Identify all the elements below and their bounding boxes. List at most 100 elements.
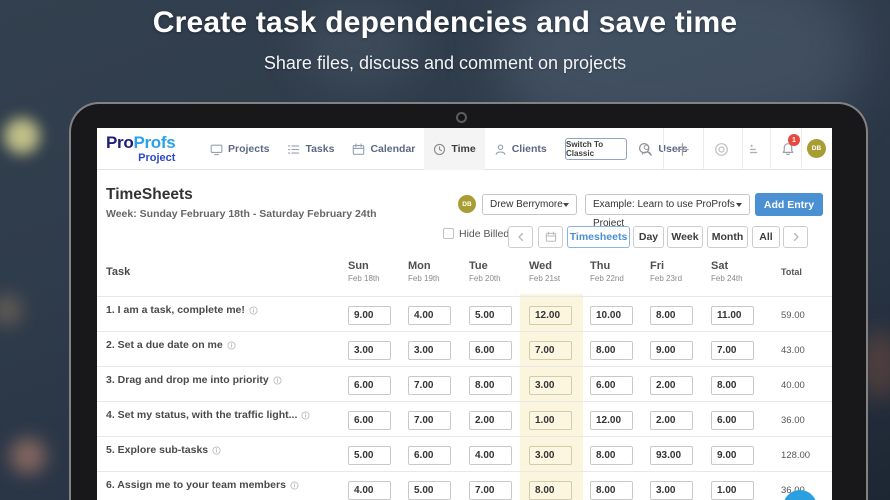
hide-billed-checkbox[interactable] xyxy=(443,228,454,239)
nav-item-label: Projects xyxy=(228,143,269,155)
nav-item-tasks[interactable]: Tasks xyxy=(278,128,343,170)
nav-item-projects[interactable]: Projects xyxy=(201,128,278,170)
add-entry-button[interactable]: Add Entry xyxy=(755,193,823,216)
hours-input[interactable] xyxy=(711,306,754,325)
activity-icon[interactable] xyxy=(747,143,760,156)
view-all-button[interactable]: All xyxy=(752,226,780,248)
hours-input[interactable] xyxy=(348,481,391,500)
hours-input[interactable] xyxy=(650,481,693,500)
hours-input[interactable] xyxy=(408,411,451,430)
clock-icon xyxy=(433,143,446,156)
nav-item-clients[interactable]: Clients xyxy=(485,128,556,170)
project-dropdown[interactable]: Example: Learn to use ProProfs Project xyxy=(585,194,750,215)
hours-input[interactable] xyxy=(590,376,633,395)
hours-input[interactable] xyxy=(348,446,391,465)
hours-input[interactable] xyxy=(650,411,693,430)
plus-icon[interactable] xyxy=(675,142,690,157)
top-navbar: ProProfs Project Projects Tasks Calendar Ti… xyxy=(97,128,832,170)
hours-input[interactable] xyxy=(469,411,512,430)
hours-input[interactable] xyxy=(711,411,754,430)
row-total: 128.00 xyxy=(781,450,810,461)
hours-input[interactable] xyxy=(590,306,633,325)
notification-badge: 1 xyxy=(788,134,800,146)
day-column-header: SatFeb 24th xyxy=(711,260,743,283)
hours-input[interactable] xyxy=(529,481,572,500)
hours-input[interactable] xyxy=(469,481,512,500)
day-date: Feb 21st xyxy=(529,274,560,283)
hours-input[interactable] xyxy=(650,306,693,325)
prev-week-button[interactable] xyxy=(508,226,533,248)
hero-title: Create task dependencies and save time xyxy=(0,6,890,40)
proprofs-logo[interactable]: ProProfs Project xyxy=(106,134,175,167)
divider xyxy=(770,128,771,170)
help-icon[interactable] xyxy=(714,142,729,157)
hours-input[interactable] xyxy=(408,481,451,500)
hours-input[interactable] xyxy=(469,306,512,325)
hours-input[interactable] xyxy=(348,376,391,395)
row-total: 43.00 xyxy=(781,345,805,356)
next-week-button[interactable] xyxy=(783,226,808,248)
hours-input[interactable] xyxy=(590,446,633,465)
hours-input[interactable] xyxy=(650,376,693,395)
hours-input[interactable] xyxy=(711,446,754,465)
hours-input[interactable] xyxy=(711,481,754,500)
switch-to-classic-button[interactable]: Switch To Classic xyxy=(565,138,627,160)
hours-input[interactable] xyxy=(711,341,754,360)
info-icon[interactable] xyxy=(301,411,310,420)
logo-pro: Pro xyxy=(106,133,133,152)
search-icon[interactable] xyxy=(638,142,653,157)
table-row: 5. Explore sub-tasks 128.00 xyxy=(97,436,832,471)
view-month-button[interactable]: Month xyxy=(707,226,748,248)
nav-item-label: Calendar xyxy=(370,143,415,155)
view-week-button[interactable]: Week xyxy=(667,226,703,248)
day-name: Mon xyxy=(408,260,440,272)
hours-input[interactable] xyxy=(469,341,512,360)
tasks-icon xyxy=(287,143,300,156)
hours-input[interactable] xyxy=(711,376,754,395)
hours-input[interactable] xyxy=(348,341,391,360)
project-dropdown-value: Example: Learn to use ProProfs Project xyxy=(593,199,735,229)
hours-input[interactable] xyxy=(408,376,451,395)
hours-input[interactable] xyxy=(650,341,693,360)
info-icon[interactable] xyxy=(212,446,221,455)
day-date: Feb 24th xyxy=(711,274,743,283)
view-day-button[interactable]: Day xyxy=(633,226,664,248)
info-icon[interactable] xyxy=(290,481,299,490)
task-label: 5. Explore sub-tasks xyxy=(106,444,208,456)
hours-input[interactable] xyxy=(529,376,572,395)
calendar-picker-button[interactable] xyxy=(538,226,563,248)
hours-input[interactable] xyxy=(408,341,451,360)
nav-item-calendar[interactable]: Calendar xyxy=(343,128,424,170)
view-timesheets-button[interactable]: Timesheets xyxy=(567,226,630,248)
hide-billed-label: Hide Billed xyxy=(459,228,509,240)
info-icon[interactable] xyxy=(227,341,236,350)
info-icon[interactable] xyxy=(249,306,258,315)
hours-input[interactable] xyxy=(650,446,693,465)
hours-input[interactable] xyxy=(348,411,391,430)
hours-input[interactable] xyxy=(590,341,633,360)
hours-input[interactable] xyxy=(590,481,633,500)
day-name: Thu xyxy=(590,260,624,272)
hours-input[interactable] xyxy=(408,306,451,325)
week-label: Week: Sunday February 18th - Saturday Fe… xyxy=(106,208,377,220)
user-avatar[interactable]: DB xyxy=(807,139,826,158)
hours-input[interactable] xyxy=(529,341,572,360)
nav-item-label: Clients xyxy=(512,143,547,155)
hours-input[interactable] xyxy=(529,446,572,465)
table-row: 3. Drag and drop me into priority40.00 xyxy=(97,366,832,401)
hours-input[interactable] xyxy=(469,376,512,395)
user-dropdown[interactable]: Drew Berrymore xyxy=(482,194,577,215)
day-column-header: TueFeb 20th xyxy=(469,260,501,283)
nav-item-time[interactable]: Time xyxy=(424,128,484,170)
hours-input[interactable] xyxy=(408,446,451,465)
nav-item-label: Time xyxy=(451,143,475,155)
hours-input[interactable] xyxy=(469,446,512,465)
page-title: TimeSheets xyxy=(106,186,193,204)
hours-input[interactable] xyxy=(529,306,572,325)
day-column-header: SunFeb 18th xyxy=(348,260,380,283)
hours-input[interactable] xyxy=(590,411,633,430)
info-icon[interactable] xyxy=(273,376,282,385)
task-label: 2. Set a due date on me xyxy=(106,339,223,351)
hours-input[interactable] xyxy=(529,411,572,430)
hours-input[interactable] xyxy=(348,306,391,325)
